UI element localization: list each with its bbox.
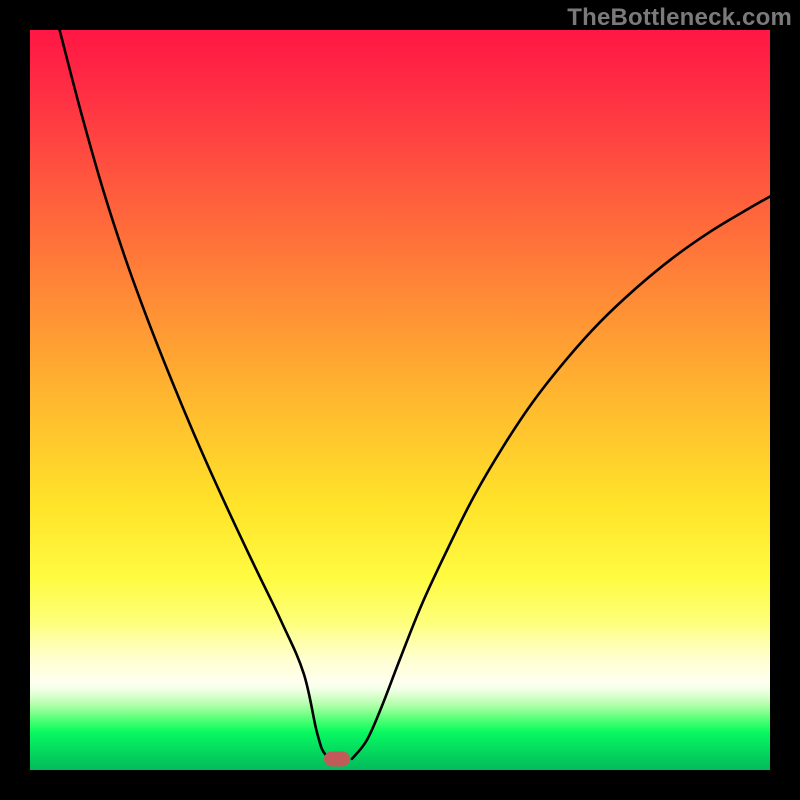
watermark-text: TheBottleneck.com: [567, 4, 792, 32]
curve-right-branch: [352, 197, 770, 759]
bottleneck-curve: [30, 30, 770, 770]
outer-frame: TheBottleneck.com: [0, 0, 800, 800]
optimal-marker: [324, 751, 350, 766]
curve-left-branch: [60, 30, 341, 759]
